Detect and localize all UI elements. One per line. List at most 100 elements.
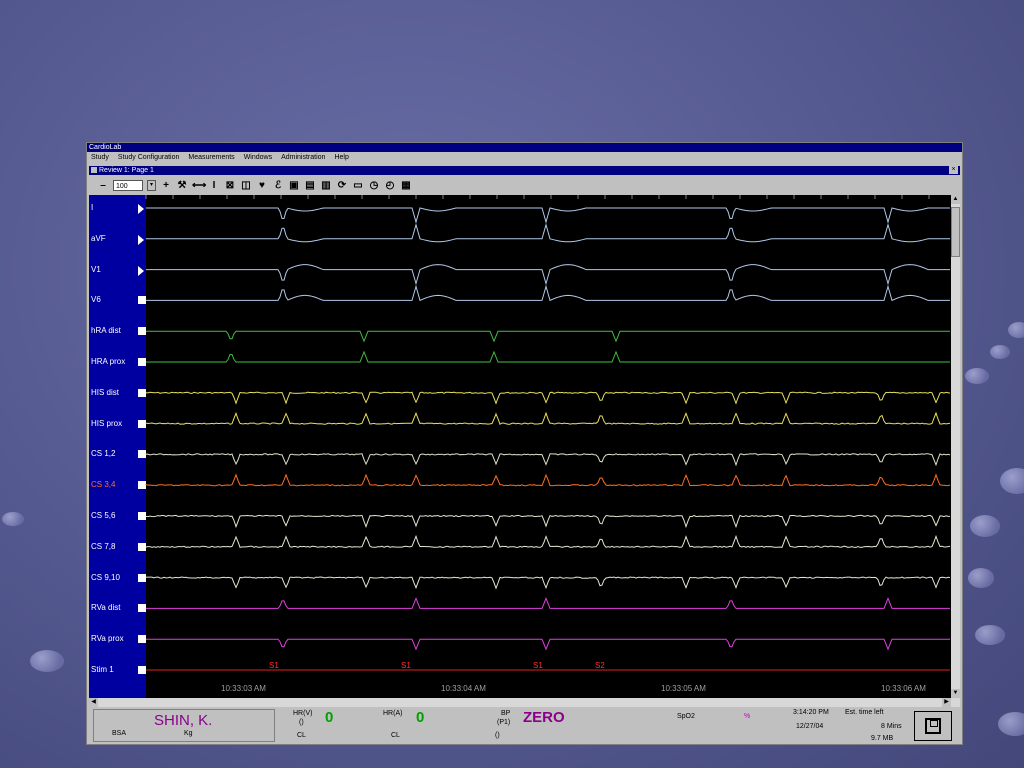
hra-label: HR(A) xyxy=(383,710,403,717)
scroll-right-icon[interactable]: ▶ xyxy=(942,698,951,707)
decor-bubble xyxy=(1008,322,1024,338)
plus-icon[interactable]: + xyxy=(160,180,172,192)
print-icon[interactable]: ▤ xyxy=(304,180,316,192)
tools-icon[interactable]: ⚒ xyxy=(176,180,188,192)
waveform-trace xyxy=(145,534,951,548)
save-icon xyxy=(925,718,941,734)
decor-bubble xyxy=(970,515,1000,537)
interval-icon[interactable]: ⟷ xyxy=(192,180,206,192)
waveform-trace xyxy=(145,453,951,467)
stim-marker: S1 xyxy=(401,661,411,670)
cardiolab-window: CardioLab Study Study Configuration Meas… xyxy=(86,142,963,745)
bp-value: ZERO xyxy=(523,709,565,726)
decor-bubble xyxy=(30,650,64,672)
time-label: 10:33:04 AM xyxy=(441,684,486,693)
heart-icon[interactable]: ♥ xyxy=(256,180,268,192)
review-window-title: Review 1: Page 1 xyxy=(99,167,154,174)
waveform-trace xyxy=(146,207,950,224)
waveform-canvas: S1 S1 S1 S2 10:33:03 AM 10:33:04 AM 10:33:05 A… xyxy=(145,195,951,693)
vertical-scrollbar[interactable]: ▲ ▼ xyxy=(951,195,960,698)
waveform-trace xyxy=(146,597,950,609)
close-icon[interactable]: × xyxy=(949,166,958,174)
review-window-title-bar: Review 1: Page 1 × xyxy=(89,166,960,175)
compare-icon[interactable]: ◫ xyxy=(240,180,252,192)
menu-measurements[interactable]: Measurements xyxy=(188,152,234,163)
clock-date: 12/27/04 xyxy=(796,723,824,730)
time-label: 10:33:05 AM xyxy=(661,684,706,693)
scroll-left-icon[interactable]: ◀ xyxy=(89,698,98,707)
decor-bubble xyxy=(2,512,24,526)
horizontal-scrollbar[interactable]: ◀ ▶ xyxy=(89,698,960,707)
spo2-label: SpO2 xyxy=(677,713,695,720)
app-title-bar: CardioLab xyxy=(87,143,962,152)
waveform-trace xyxy=(146,638,950,651)
bp-sub: (P1) xyxy=(497,719,511,726)
menu-bar: Study Study Configuration Measurements W… xyxy=(87,152,962,163)
decor-bubble xyxy=(968,568,994,588)
bsa-label: BSA xyxy=(112,730,127,737)
scroll-up-icon[interactable]: ▲ xyxy=(951,195,960,204)
stim-marker: S1 xyxy=(269,661,279,670)
refresh-icon[interactable]: ⟳ xyxy=(336,180,348,192)
timer-icon[interactable]: ◴ xyxy=(384,180,396,192)
hrv-value: 0 xyxy=(325,709,334,726)
waveform-trace xyxy=(146,264,950,286)
bp-paren: () xyxy=(495,732,500,739)
hrv-cl-label: CL xyxy=(297,732,306,739)
stim-marker: S2 xyxy=(595,661,605,670)
waveform-trace xyxy=(145,576,951,590)
hrv-label: HR(V) xyxy=(293,710,313,717)
grid-icon[interactable]: ▦ xyxy=(400,180,412,192)
zoom-dropdown-icon[interactable]: ▾ xyxy=(147,180,156,191)
hra-cl-label: CL xyxy=(391,732,400,739)
stim-marker: S1 xyxy=(533,661,543,670)
decor-bubble xyxy=(965,368,989,384)
menu-windows[interactable]: Windows xyxy=(244,152,272,163)
decor-bubble xyxy=(1000,468,1024,494)
save-button[interactable] xyxy=(914,711,952,741)
decor-bubble xyxy=(998,712,1024,736)
zoom-input[interactable]: 100 xyxy=(113,180,143,191)
folder-icon[interactable]: ▣ xyxy=(288,180,300,192)
waveform-trace xyxy=(145,411,951,425)
document-icon xyxy=(91,167,97,173)
est-time-label: Est. time left xyxy=(845,709,884,716)
clock-icon[interactable]: ◷ xyxy=(368,180,380,192)
menu-administration[interactable]: Administration xyxy=(281,152,325,163)
monitor-icon[interactable]: ▭ xyxy=(352,180,364,192)
waveform-trace xyxy=(146,330,950,343)
kg-label: Kg xyxy=(184,730,193,737)
waveform-trace xyxy=(145,391,951,405)
patient-panel[interactable]: SHIN, K. BSA Kg xyxy=(93,709,275,742)
scroll-down-icon[interactable]: ▼ xyxy=(951,689,960,698)
minus-icon[interactable]: – xyxy=(97,180,109,192)
vertical-scroll-thumb[interactable] xyxy=(951,207,960,257)
script-icon[interactable]: ℰ xyxy=(272,180,284,192)
time-label: 10:33:03 AM xyxy=(221,684,266,693)
waveform-trace xyxy=(146,222,950,243)
waveform-display[interactable]: IaVF V1 V6 hRA dist HRA prox HIS dist HIS prox… xyxy=(89,195,951,698)
waveform-trace xyxy=(146,284,950,302)
cancel-icon[interactable]: ⊠ xyxy=(224,180,236,192)
est-time-value: 8 Mins xyxy=(881,723,902,730)
menu-study-configuration[interactable]: Study Configuration xyxy=(118,152,179,163)
time-label: 10:33:06 AM xyxy=(881,684,926,693)
hra-value: 0 xyxy=(416,709,425,726)
decor-bubble xyxy=(990,345,1010,359)
menu-study[interactable]: Study xyxy=(91,152,109,163)
hrv-sub: () xyxy=(299,719,304,726)
caliper-icon[interactable]: Ι xyxy=(208,180,220,192)
decor-bubble xyxy=(975,625,1005,645)
print-preview-icon[interactable]: ▥ xyxy=(320,180,332,192)
storage-size: 9.7 MB xyxy=(871,735,894,742)
bp-label: BP xyxy=(501,710,511,717)
waveform-trace xyxy=(145,514,950,529)
toolbar: – 100 ▾ + ⚒ ⟷ Ι ⊠ ◫ ♥ ℰ ▣ ▤ ▥ ⟳ ▭ ◷ ◴ ▦ xyxy=(89,177,960,194)
waveform-trace xyxy=(145,473,951,487)
patient-name: SHIN, K. xyxy=(154,712,213,729)
spo2-unit: % xyxy=(744,713,751,720)
waveform-trace xyxy=(146,350,950,363)
status-bar: SHIN, K. BSA Kg HR(V) () 0 CL HR(A) 0 CL… xyxy=(89,707,960,744)
menu-help[interactable]: Help xyxy=(334,152,348,163)
clock-time: 3:14:20 PM xyxy=(793,709,829,716)
